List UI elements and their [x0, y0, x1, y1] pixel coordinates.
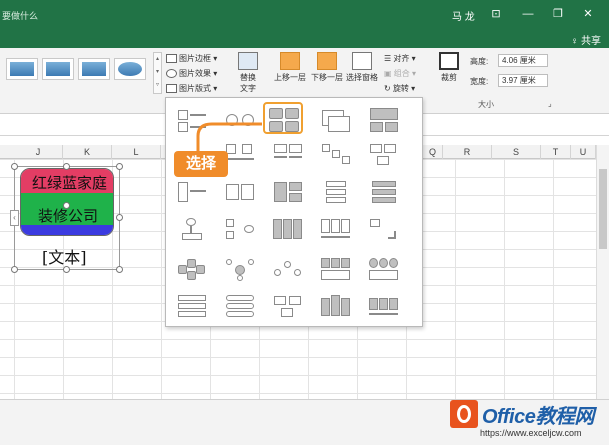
text-pane-toggle[interactable]: ‹: [10, 210, 19, 226]
column-header[interactable]: Q: [423, 145, 443, 159]
column-header[interactable]: T: [541, 145, 571, 159]
layout-option[interactable]: [172, 176, 212, 208]
align-button[interactable]: ☰ 对齐 ▾: [384, 53, 416, 64]
layout-option[interactable]: [220, 213, 260, 245]
align-icon: ☰: [384, 54, 392, 63]
send-backward-icon: [317, 52, 337, 70]
layout-option[interactable]: [316, 253, 356, 285]
picture-border-icon: [166, 54, 177, 64]
layout-option[interactable]: [364, 138, 404, 170]
crop-icon: [439, 52, 459, 70]
picture-style-thumb[interactable]: [6, 58, 38, 80]
layout-option[interactable]: [268, 213, 308, 245]
group-button[interactable]: ▣ 组合 ▾: [384, 68, 416, 79]
ribbon-tab-bar: ♀ 共享: [0, 28, 609, 48]
watermark: Office教程网 https://www.exceljcw.com: [440, 394, 609, 445]
layout-option[interactable]: [220, 176, 260, 208]
layout-option[interactable]: [316, 104, 356, 136]
resize-handle[interactable]: [116, 266, 123, 273]
tell-me-box[interactable]: 要做什么: [2, 9, 38, 22]
gallery-scroll[interactable]: ▴ ▾ ▿: [153, 52, 162, 94]
layout-option[interactable]: [364, 104, 404, 136]
selection-pane-button[interactable]: 选择窗格: [344, 52, 380, 83]
layout-option[interactable]: [172, 290, 212, 322]
rotate-icon: ↻: [384, 84, 391, 93]
size-dialog-launcher[interactable]: ⌟: [548, 99, 552, 108]
picture-border-button[interactable]: 图片边框 ▾: [166, 53, 217, 64]
column-header[interactable]: L: [112, 145, 161, 159]
picture-style-thumb[interactable]: [78, 58, 110, 80]
size-group-label: 大小: [478, 100, 494, 109]
layout-option[interactable]: [364, 290, 404, 322]
layout-option[interactable]: [316, 290, 356, 322]
column-header[interactable]: U: [571, 145, 596, 159]
layout-option-selected[interactable]: [263, 102, 303, 134]
layout-option[interactable]: [316, 138, 356, 170]
alt-text-icon: [238, 52, 258, 70]
width-label: 宽度:: [470, 77, 489, 86]
width-field[interactable]: 3.97 厘米: [498, 74, 548, 87]
user-name[interactable]: 马 龙: [452, 8, 475, 23]
resize-handle[interactable]: [116, 214, 123, 221]
layout-option[interactable]: [268, 176, 308, 208]
share-button[interactable]: ♀ 共享: [571, 32, 601, 47]
layout-option[interactable]: [316, 176, 356, 208]
layout-option[interactable]: [220, 104, 260, 136]
resize-handle[interactable]: [63, 163, 70, 170]
restore-button[interactable]: ❐: [548, 6, 568, 22]
callout-select-label: 选择: [174, 151, 228, 177]
scrollbar-thumb[interactable]: [599, 169, 607, 249]
picture-layout-icon: [166, 84, 177, 94]
layout-option[interactable]: [364, 213, 404, 245]
layout-option[interactable]: [364, 176, 404, 208]
rotate-button[interactable]: ↻ 旋转 ▾: [384, 83, 415, 94]
layout-option[interactable]: [268, 290, 308, 322]
picture-style-thumb[interactable]: [114, 58, 146, 80]
smartart-text-placeholder[interactable]: [文本]: [42, 244, 87, 268]
column-header[interactable]: R: [443, 145, 492, 159]
column-header[interactable]: S: [492, 145, 541, 159]
height-label: 高度:: [470, 57, 489, 66]
layout-option[interactable]: [172, 104, 212, 136]
office-logo-icon: [450, 400, 478, 428]
smartart-text-line1[interactable]: 红绿蓝家庭: [32, 172, 107, 193]
column-header[interactable]: J: [14, 145, 63, 159]
picture-layout-gallery: [165, 97, 423, 327]
alt-text-button[interactable]: 替换 文字: [236, 52, 260, 94]
blue-band: [21, 225, 113, 235]
close-button[interactable]: ✕: [578, 6, 598, 22]
layout-option[interactable]: [364, 253, 404, 285]
minimize-button[interactable]: —: [518, 6, 538, 22]
layout-option[interactable]: [220, 253, 260, 285]
group-icon: ▣: [384, 69, 392, 78]
picture-effects-button[interactable]: 图片效果 ▾: [166, 68, 217, 79]
bring-forward-button[interactable]: 上移一层: [272, 52, 308, 83]
layout-option[interactable]: [220, 290, 260, 322]
send-backward-button[interactable]: 下移一层: [309, 52, 345, 83]
rotate-handle[interactable]: [63, 202, 70, 209]
ribbon-display-button[interactable]: ⊡: [486, 6, 506, 22]
picture-effects-icon: [166, 69, 177, 79]
height-field[interactable]: 4.06 厘米: [498, 54, 548, 67]
watermark-url: https://www.exceljcw.com: [480, 428, 582, 438]
layout-option[interactable]: [268, 138, 308, 170]
layout-option[interactable]: [316, 213, 356, 245]
layout-option[interactable]: [172, 213, 212, 245]
resize-handle[interactable]: [63, 266, 70, 273]
resize-handle[interactable]: [11, 163, 18, 170]
layout-option[interactable]: [268, 253, 308, 285]
title-bar: 要做什么 马 龙 ⊡ — ❐ ✕: [0, 0, 609, 28]
column-header[interactable]: K: [63, 145, 112, 159]
picture-layout-button[interactable]: 图片版式 ▾: [166, 83, 217, 94]
bring-forward-icon: [280, 52, 300, 70]
vertical-scrollbar[interactable]: [596, 145, 609, 399]
watermark-brand: Office教程网: [482, 406, 594, 428]
layout-option[interactable]: [172, 253, 212, 285]
resize-handle[interactable]: [116, 163, 123, 170]
smartart-graphic[interactable]: 红绿蓝家庭 装修公司 [文本]: [11, 163, 123, 273]
crop-button[interactable]: 裁剪: [437, 52, 461, 83]
picture-style-thumb[interactable]: [42, 58, 74, 80]
resize-handle[interactable]: [11, 266, 18, 273]
selection-pane-icon: [352, 52, 372, 70]
